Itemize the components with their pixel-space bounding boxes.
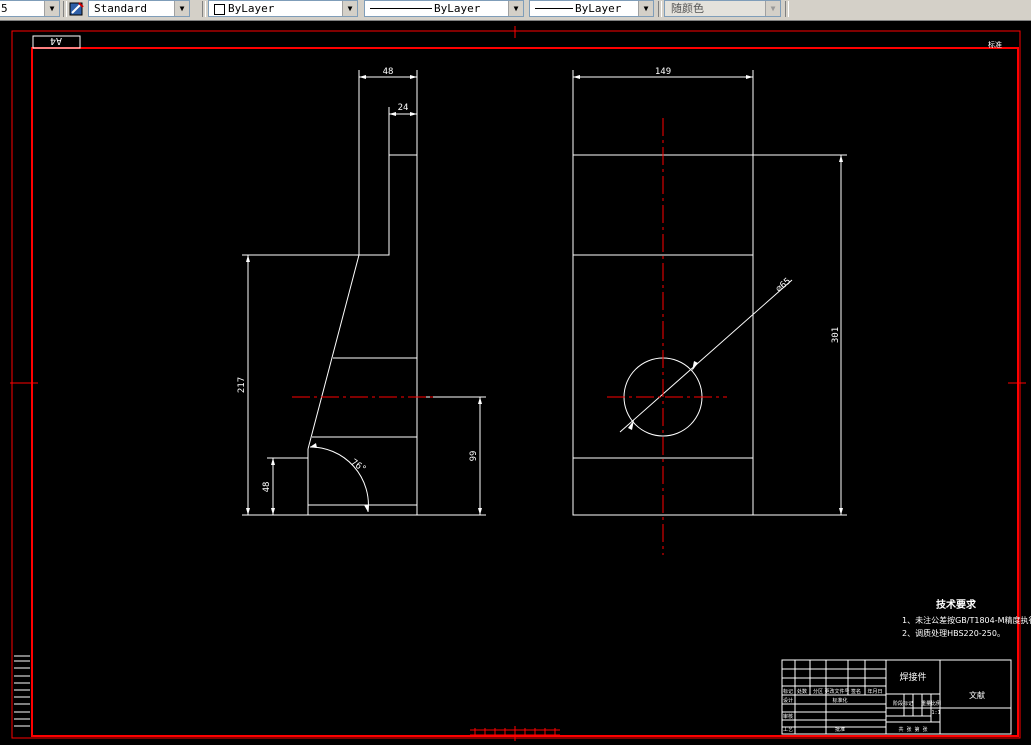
corner-label: 标准: [988, 40, 1002, 49]
tb-sheets: 共 张 第 张: [898, 726, 927, 733]
tb-label-sign: 签名: [851, 688, 861, 695]
dim-left-height: 217: [237, 377, 247, 393]
frame: [10, 26, 1026, 741]
front-view-arrows: [246, 75, 482, 515]
part-name: 焊接件: [899, 671, 926, 683]
lineweight-value: ByLayer: [575, 2, 622, 15]
chevron-down-icon[interactable]: ▼: [44, 1, 59, 16]
lineweight-select[interactable]: ByLayer ▼: [529, 0, 654, 17]
tb-designer: 设计: [783, 697, 793, 704]
sheet-size-label: A4: [50, 35, 62, 46]
toolbar-separator: [202, 1, 206, 17]
dim-bottom-height: 48: [262, 482, 272, 493]
linetype-preview: [370, 8, 432, 9]
angle-arc: [309, 446, 369, 513]
linetype-select[interactable]: ByLayer ▼: [364, 0, 524, 17]
lineweight-preview: [535, 8, 573, 9]
tb-approve: 批准: [835, 726, 845, 733]
chevron-down-icon[interactable]: ▼: [174, 1, 189, 16]
title-block-text: 焊接件 文献 标记 处数 分区 更改文件号 签名 年月日 设计 标准化 审核 工…: [783, 671, 985, 733]
diameter-leader: [619, 279, 793, 433]
dim-hole-diameter: ⌀65: [774, 276, 793, 294]
tech-req-line1: 1、未注公差按GB/T1804-M精度执行。: [902, 615, 1031, 625]
text-style-value: Standard: [94, 2, 147, 15]
tb-craft: 工艺: [783, 727, 793, 733]
toolbar-separator: [785, 1, 789, 17]
side-view: [572, 70, 847, 516]
text-style-select[interactable]: Standard ▼: [88, 0, 190, 17]
toolbar-separator: [63, 1, 67, 17]
text-style-select-partial[interactable]: 5 ▼: [0, 0, 60, 17]
toolbar-separator: [658, 1, 662, 17]
tb-label-mark: 标记: [783, 688, 793, 695]
dim-top-width: 48: [383, 67, 394, 77]
left-margin-ticks: [14, 655, 30, 727]
linetype-value: ByLayer: [434, 2, 481, 15]
side-view-arrows: [573, 75, 843, 515]
layer-color-swatch: [214, 4, 225, 15]
tb-label-date: 年月日: [867, 688, 882, 695]
properties-toolbar: 5 ▼ Standard ▼ ByLayer ▼ ByLayer ▼ ByLay…: [0, 0, 1031, 21]
tb-label-change: 更改文件号: [824, 688, 849, 695]
plot-style-value: 随颜色: [671, 2, 704, 15]
layer-select[interactable]: ByLayer ▼: [208, 0, 358, 17]
drawing-canvas[interactable]: A4 标准 48 24 217 48 99 76° 149 301 ⌀65 技术…: [0, 21, 1031, 745]
text-style-icon[interactable]: [69, 1, 85, 17]
layer-value: ByLayer: [228, 2, 275, 15]
slanted-edge: [307, 254, 360, 450]
dim-side-width: 149: [655, 67, 671, 77]
tb-scale-value: 1:1: [931, 710, 940, 716]
tb-scale: 比例: [931, 700, 941, 707]
plot-style-select[interactable]: 随颜色 ▼: [664, 0, 781, 17]
outer-border: [11, 30, 1021, 739]
dim-step-width: 24: [398, 103, 409, 113]
chevron-down-icon[interactable]: ▼: [508, 1, 523, 16]
tb-weight: 重量: [921, 700, 931, 707]
tb-standardization: 标准化: [832, 697, 847, 704]
dim-side-height: 301: [831, 327, 841, 343]
front-view-outline: [308, 154, 418, 516]
school-name: 文献: [969, 690, 985, 700]
inner-border: [31, 47, 1019, 737]
tb-stage-mark: 阶段标记: [893, 700, 913, 707]
chevron-down-icon[interactable]: ▼: [765, 1, 780, 16]
chevron-down-icon[interactable]: ▼: [638, 1, 653, 16]
tb-audit: 审核: [783, 713, 793, 720]
chevron-down-icon[interactable]: ▼: [342, 1, 357, 16]
tb-label-zone: 分区: [813, 688, 823, 695]
tech-req-title: 技术要求: [936, 598, 977, 611]
partial-combo-value: 5: [1, 2, 8, 15]
dim-right-height: 99: [469, 451, 479, 462]
tech-req-line2: 2、调质处理HBS220-250。: [902, 628, 1005, 638]
tb-label-count: 处数: [797, 688, 807, 695]
front-view: [242, 70, 486, 516]
